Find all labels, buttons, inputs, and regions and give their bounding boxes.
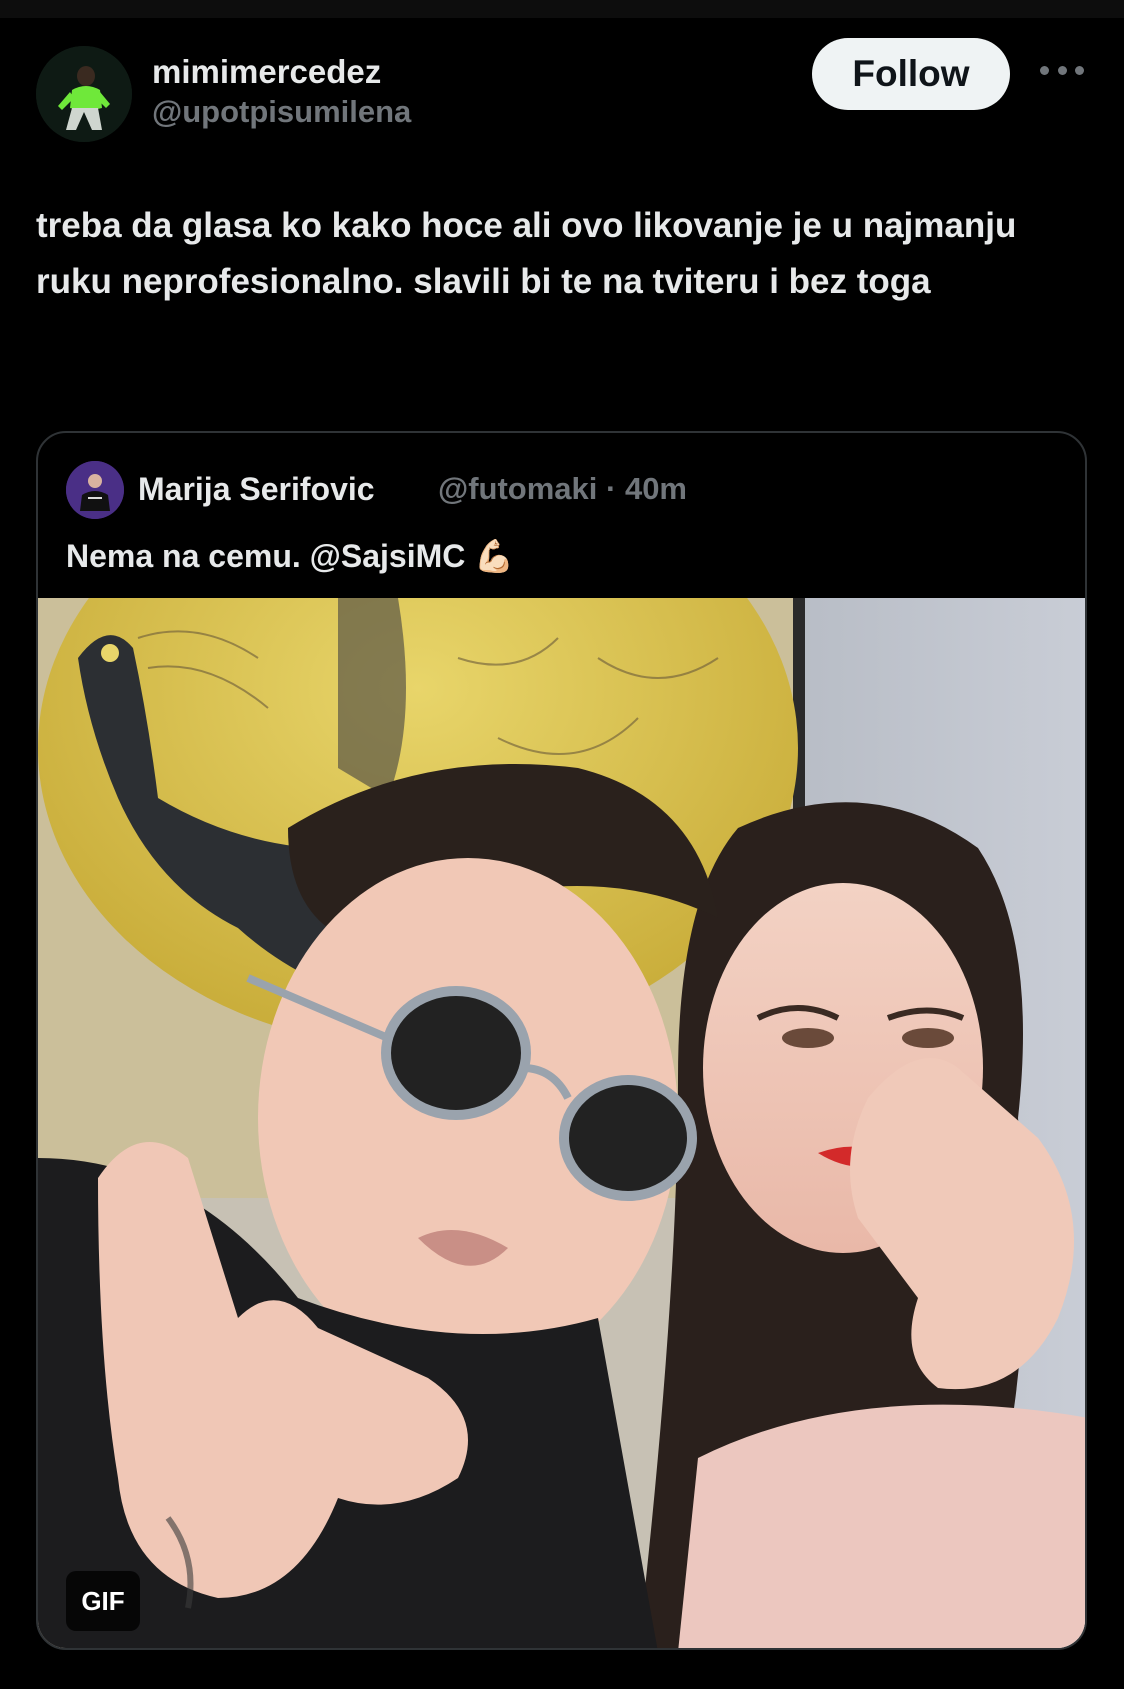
gif-media[interactable]: GIF bbox=[38, 598, 1085, 1648]
more-dot bbox=[1040, 65, 1049, 75]
author-display-name[interactable]: mimimercedez bbox=[152, 52, 411, 92]
top-edge bbox=[0, 0, 1124, 18]
tweet-text: treba da glasa ko kako hoce ali ovo liko… bbox=[36, 206, 1017, 301]
quoted-tweet-card[interactable]: Marija Serifovic @futomaki · 40m Nema na… bbox=[36, 431, 1087, 1650]
quoted-author-avatar[interactable] bbox=[66, 461, 124, 519]
quoted-author-name[interactable]: Marija Serifovic bbox=[138, 471, 375, 508]
tweet-header: mimimercedez @upotpisumilena Follow bbox=[36, 38, 1086, 146]
quoted-tweet-text: Nema na cemu. @SajsiMC 💪🏻 bbox=[66, 538, 515, 574]
author-avatar[interactable] bbox=[36, 46, 132, 142]
more-dot bbox=[1057, 65, 1067, 75]
quoted-author-handle-time[interactable]: @futomaki · 40m bbox=[438, 471, 687, 507]
gif-image bbox=[38, 598, 1085, 1648]
quoted-tweet-header: Marija Serifovic @futomaki · 40m bbox=[66, 461, 1066, 521]
author-handle[interactable]: @upotpisumilena bbox=[152, 92, 411, 132]
more-dot bbox=[1075, 65, 1084, 75]
gif-badge: GIF bbox=[66, 1571, 140, 1631]
more-horizontal-icon[interactable] bbox=[1040, 62, 1084, 78]
follow-button[interactable]: Follow bbox=[812, 38, 1010, 110]
